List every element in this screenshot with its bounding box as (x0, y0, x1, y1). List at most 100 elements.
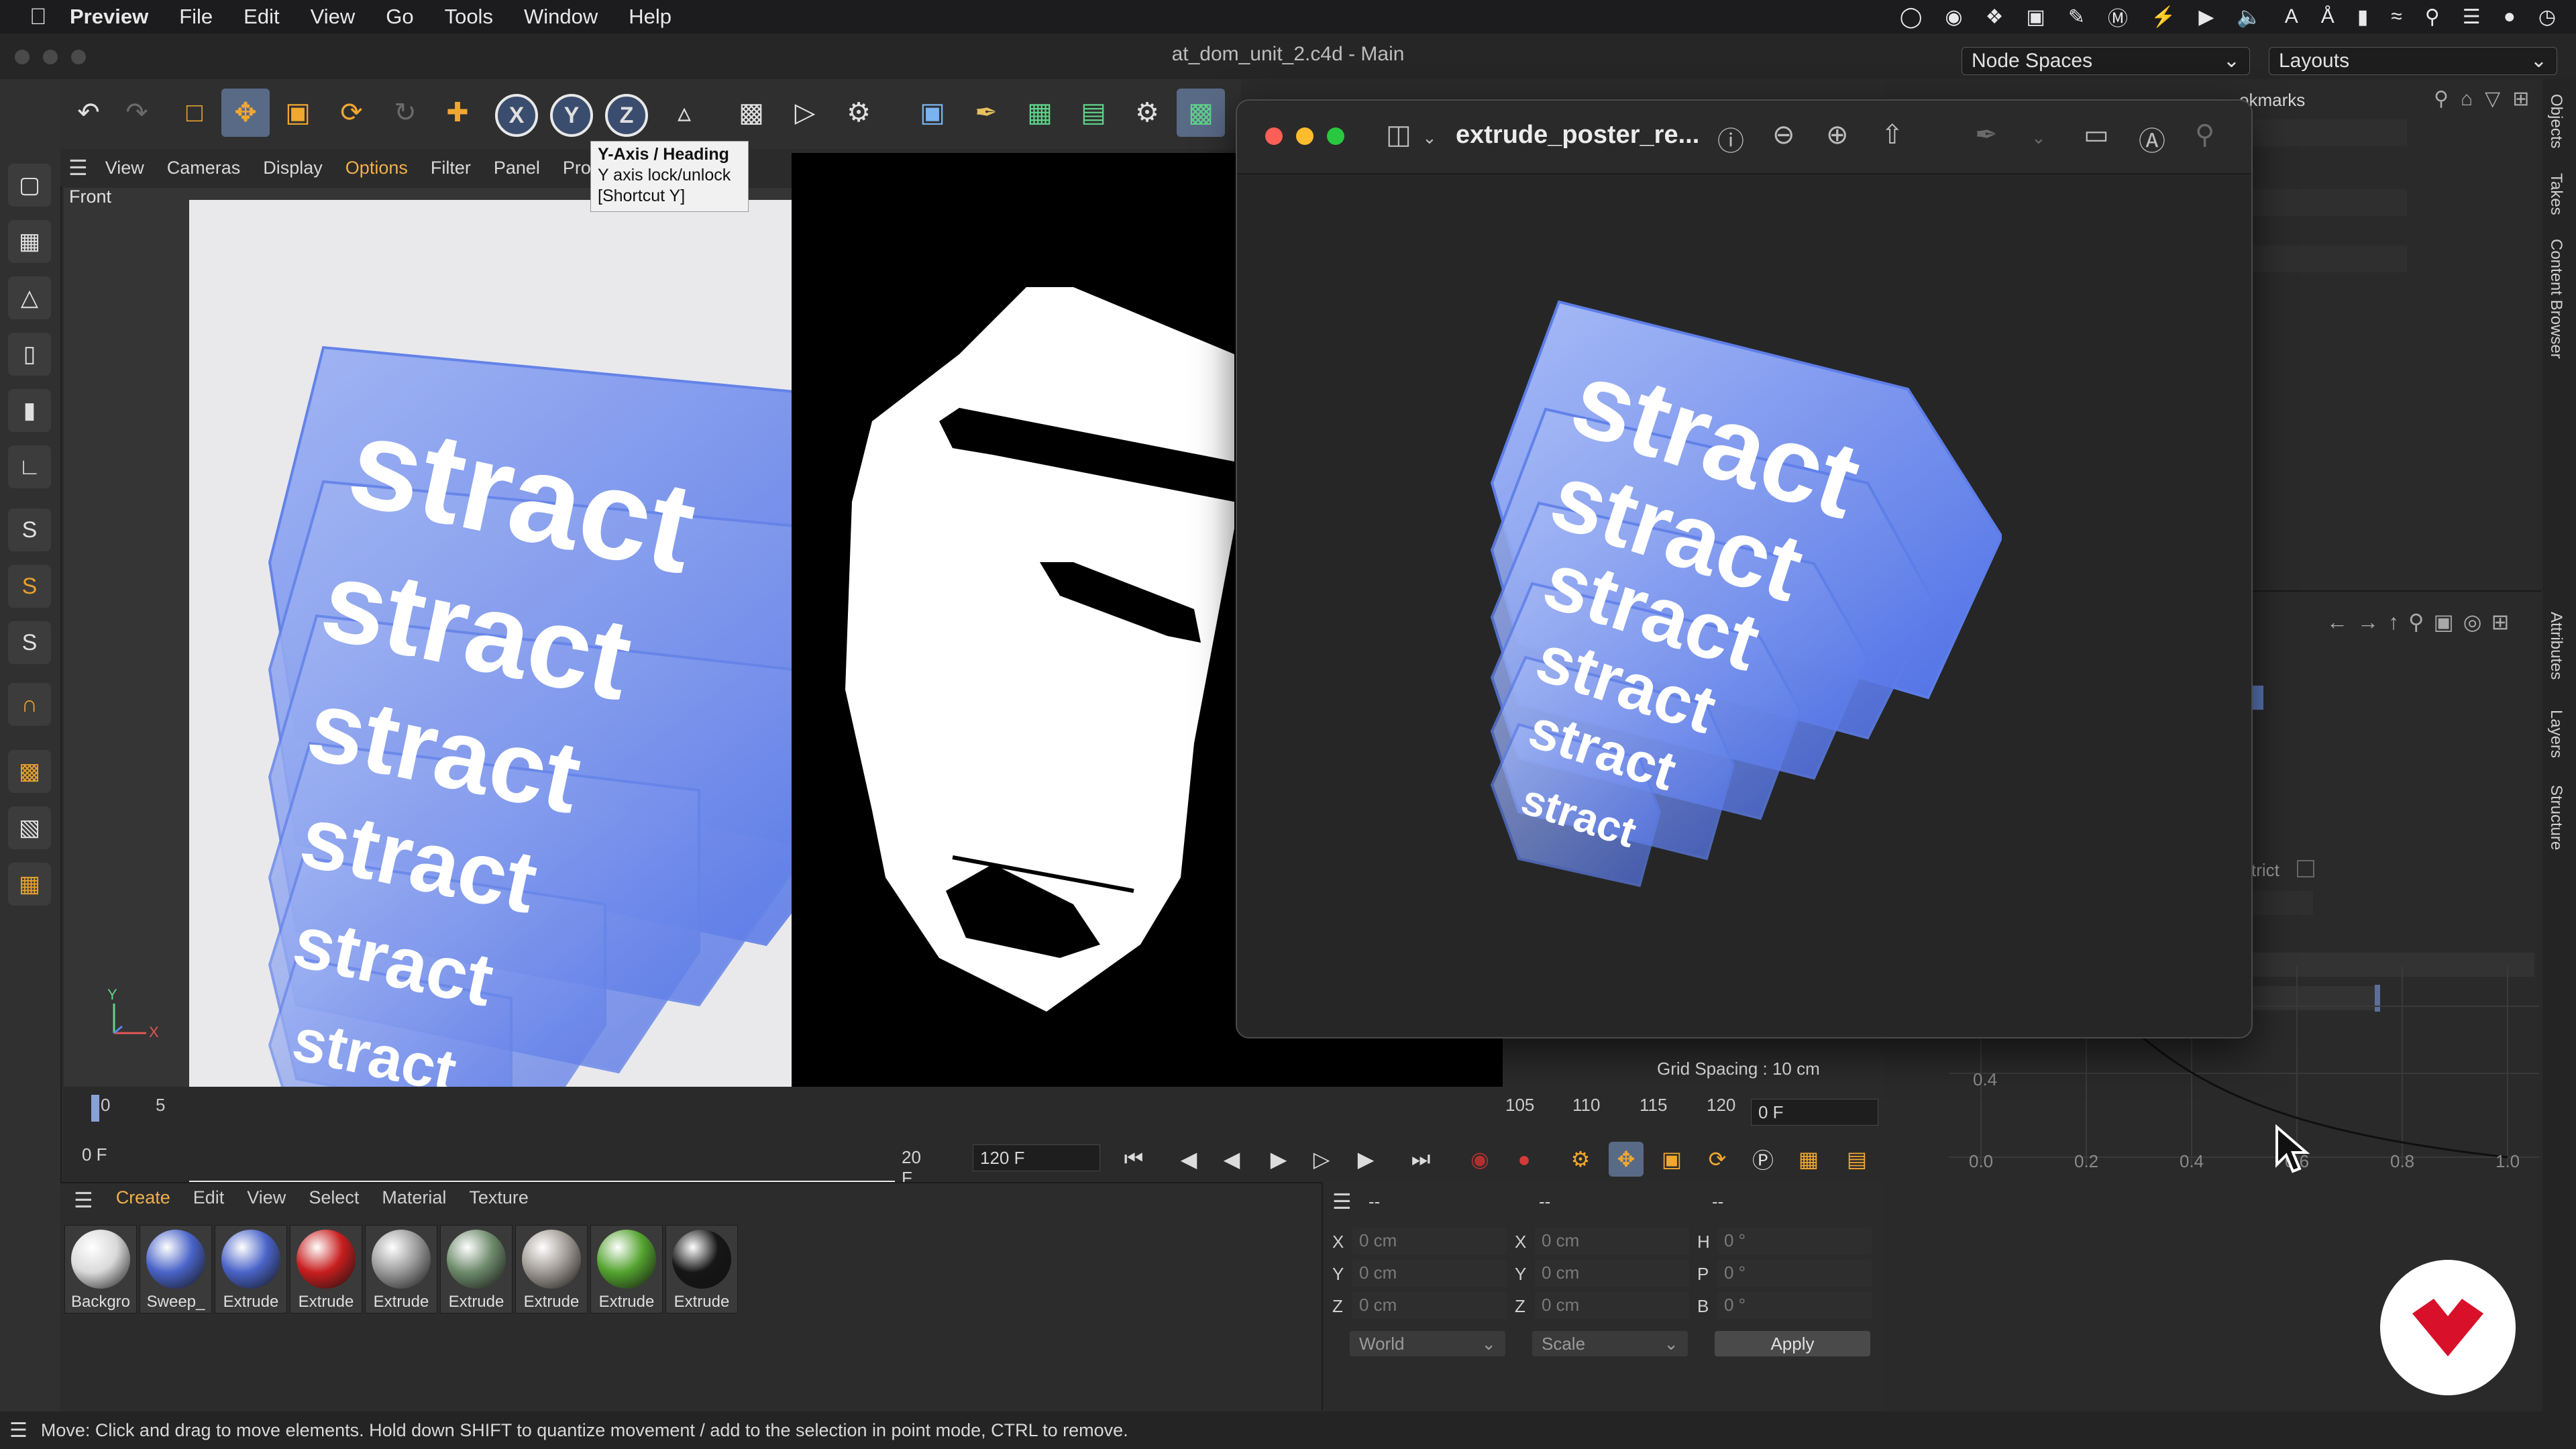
menu-view[interactable]: View (311, 5, 356, 29)
apple-menu-icon[interactable]:  (30, 4, 70, 30)
material-menu-texture[interactable]: Texture (469, 1187, 529, 1213)
preview-minimize-button[interactable] (1296, 127, 1313, 145)
siri-icon[interactable]: ● (2504, 5, 2516, 28)
timeline-window-icon[interactable]: ▤ (1839, 1142, 1874, 1177)
axis-mode-icon[interactable]: ∟ (8, 445, 51, 488)
material-swatch[interactable]: Extrude (665, 1225, 738, 1313)
scale-mode-dropdown[interactable]: Scale ⌄ (1532, 1331, 1688, 1356)
render-settings-icon[interactable]: ⚙ (835, 89, 883, 137)
next-key-icon[interactable]: ▶‍ (1348, 1142, 1383, 1177)
max-frame-field[interactable]: 120 F (973, 1144, 1100, 1171)
viewport-menu-options[interactable]: Options (345, 158, 408, 178)
material-menu-material[interactable]: Material (382, 1187, 446, 1213)
preview-close-button[interactable] (1265, 127, 1283, 145)
material-swatch[interactable]: Extrude (365, 1225, 437, 1313)
viewport-menu-view[interactable]: View (105, 158, 144, 178)
markup-icon[interactable]: Ⓐ (2139, 119, 2165, 158)
search-icon[interactable]: ⚲ (2195, 119, 2214, 150)
tab-objects[interactable]: Objects (2546, 94, 2565, 148)
menu-app-preview[interactable]: Preview (70, 5, 148, 29)
go-to-end-icon[interactable]: ⏭ (1403, 1142, 1438, 1177)
coordinate-mode-dropdown[interactable]: World ⌄ (1350, 1331, 1505, 1356)
hamburger-icon[interactable]: ☰ (1332, 1189, 1352, 1214)
undo-icon[interactable]: ↶ (64, 89, 113, 137)
play-icon[interactable]: ▶ (2198, 5, 2214, 29)
scale-key-icon[interactable]: ▣ (1654, 1142, 1689, 1177)
info-icon[interactable]: ⓘ (1717, 119, 1744, 158)
tool-icon[interactable]: ✎ (2068, 5, 2085, 29)
mograph-cloner-icon[interactable]: ⚙ (1123, 89, 1171, 137)
snap-icon[interactable]: S (8, 508, 51, 551)
polygons-mode-icon[interactable]: ▮ (8, 389, 51, 432)
volume-icon[interactable]: 🔈 (2237, 5, 2261, 29)
y-axis-lock-button[interactable]: Y (550, 94, 593, 137)
search-icon[interactable]: ⚲ (2434, 88, 2461, 110)
material-swatch[interactable]: Sweep_ (140, 1225, 212, 1313)
selection-tool-icon[interactable]: □ (170, 89, 219, 137)
rotate-tool-icon[interactable]: ⟳ (327, 89, 376, 137)
m-icon[interactable]: Ⓜ (2108, 2, 2128, 32)
model-mode-icon[interactable]: ▢ (8, 164, 51, 207)
menu-window[interactable]: Window (524, 5, 598, 29)
zoom-out-icon[interactable]: ⊖ (1772, 119, 1795, 150)
next-frame-icon[interactable]: ▷ (1304, 1142, 1339, 1177)
workplane-icon[interactable]: ▩ (8, 750, 51, 793)
screen-icon[interactable]: ▣ (2026, 5, 2045, 29)
control-center-icon[interactable]: ☰ (2463, 5, 2481, 29)
add-icon[interactable]: ⊞ (2512, 88, 2541, 110)
preview-zoom-button[interactable] (1327, 127, 1344, 145)
cube-object-icon[interactable]: ▣ (908, 89, 957, 137)
menu-tools[interactable]: Tools (445, 5, 493, 29)
keyframe-selection-icon[interactable]: ⚙ (1563, 1142, 1598, 1177)
creative-cloud-icon[interactable]: ◯ (1900, 5, 1923, 29)
x-axis-lock-button[interactable]: X (495, 94, 538, 137)
locked-workplane-icon[interactable]: ▧ (8, 806, 51, 849)
material-menu-create[interactable]: Create (116, 1187, 170, 1213)
menu-go[interactable]: Go (386, 5, 413, 29)
snap-settings-icon[interactable]: S (8, 565, 51, 608)
transform-tool-icon[interactable]: ✚ (433, 89, 482, 137)
previous-key-icon[interactable]: ◀‍ (1171, 1142, 1206, 1177)
object-row[interactable] (2246, 119, 2407, 146)
object-row[interactable] (2246, 189, 2407, 216)
target-icon[interactable]: ◎ (2463, 610, 2491, 634)
share-icon[interactable]: ⇧ (1881, 119, 1904, 150)
position-z-field[interactable]: 0 cm (1352, 1292, 1507, 1319)
chevron-down-icon[interactable]: ⌄ (1422, 127, 1437, 148)
chevron-down-icon[interactable]: ⌄ (2031, 127, 2046, 148)
lock-icon[interactable]: ▣ (2433, 610, 2463, 634)
tab-attributes[interactable]: Attributes (2546, 612, 2565, 680)
zoom-in-icon[interactable]: ⊕ (1826, 119, 1849, 150)
hamburger-icon[interactable]: ☰ (74, 1187, 93, 1213)
move-tool-icon[interactable]: ✥ (221, 89, 270, 137)
tab-structure[interactable]: Structure (2546, 785, 2565, 850)
material-swatch[interactable]: Extrude (440, 1225, 513, 1313)
subdivision-icon[interactable]: ▦ (1016, 89, 1064, 137)
forward-arrow-icon[interactable]: → (2357, 610, 2388, 634)
cloner-icon[interactable]: ▩ (1177, 89, 1225, 137)
points-mode-icon[interactable]: △ (8, 276, 51, 319)
material-swatch[interactable]: Extrude (290, 1225, 362, 1313)
coordinate-system-icon[interactable]: ▵ (660, 89, 708, 137)
menu-file[interactable]: File (179, 5, 213, 29)
scale-x-field[interactable]: 0 cm (1535, 1228, 1689, 1254)
viewport-menu-pro[interactable]: Pro (563, 158, 591, 178)
viewport-menu-filter[interactable]: Filter (431, 158, 471, 178)
home-icon[interactable]: ⌂ (2461, 88, 2485, 110)
battery-icon[interactable]: ▮ (2357, 5, 2369, 29)
dropbox-icon[interactable]: ❖ (1986, 5, 2004, 29)
sidebar-toggle-icon[interactable]: ◫ (1386, 119, 1411, 150)
dropdown-field[interactable] (2246, 891, 2313, 915)
position-key-icon[interactable]: ✥ (1609, 1142, 1644, 1177)
wifi-icon[interactable]: ≈ (2391, 5, 2402, 28)
hamburger-icon[interactable]: ☰ (68, 155, 88, 180)
frame-counter[interactable]: 0 F (75, 1142, 182, 1169)
rotation-b-field[interactable]: 0 ° (1717, 1292, 1872, 1319)
material-menu-edit[interactable]: Edit (193, 1187, 225, 1213)
search-icon[interactable]: ⚲ (2408, 610, 2433, 634)
position-y-field[interactable]: 0 cm (1352, 1260, 1507, 1287)
menu-help[interactable]: Help (629, 5, 672, 29)
magnet-icon[interactable]: ∩ (8, 683, 51, 726)
back-arrow-icon[interactable]: ← (2326, 610, 2357, 634)
record-icon[interactable]: ◉ (1462, 1142, 1497, 1177)
